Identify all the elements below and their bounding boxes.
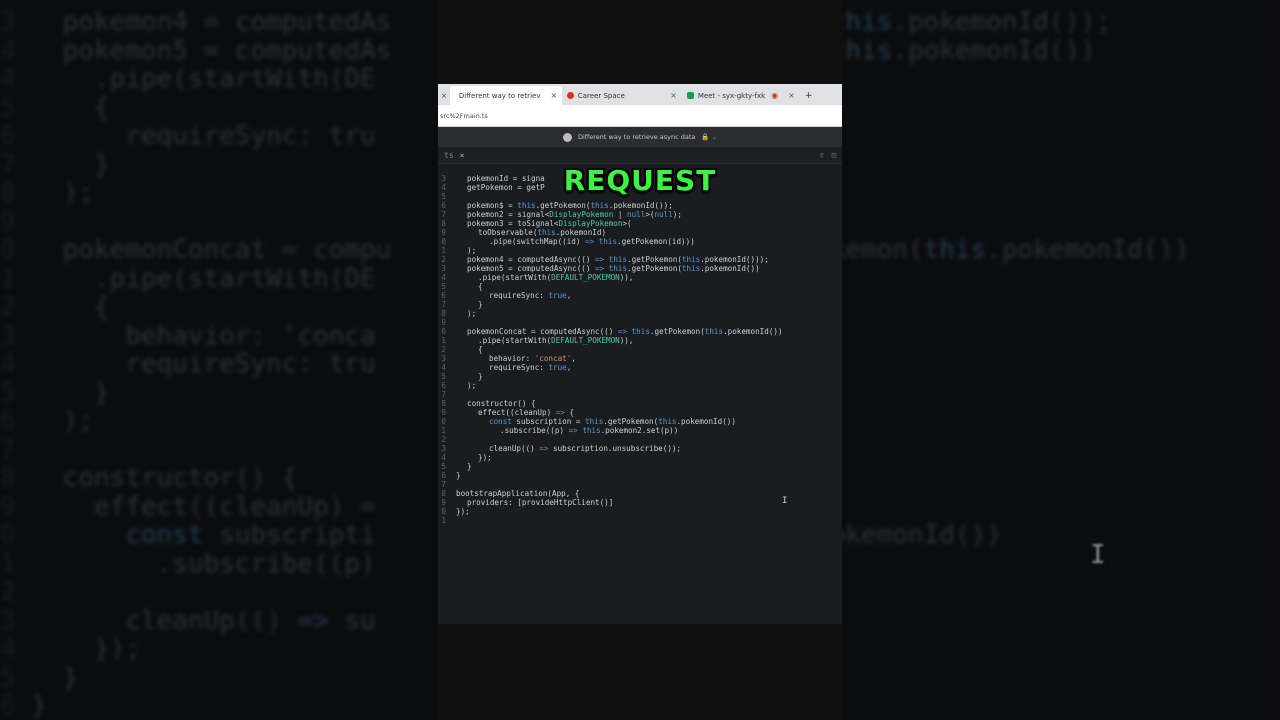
line-number: 2 <box>441 345 446 354</box>
line-number: 0 <box>441 507 446 516</box>
line-number: 4 <box>441 273 446 282</box>
page-title: Different way to retrieve async data <box>577 133 696 141</box>
file-icon: ts <box>444 150 454 160</box>
close-icon[interactable]: × <box>550 91 557 100</box>
text-cursor-icon: I <box>1090 540 1106 570</box>
code-text: pokemon$ = this.getPokemon(this.pokemonI… <box>467 201 673 210</box>
tab-different-way[interactable]: Different way to retriev × <box>449 86 562 105</box>
code-text: .pipe(switchMap((id) => this.getPokemon(… <box>489 237 695 246</box>
code-text: bootstrapApplication(App, { <box>456 489 580 498</box>
code-text: .pipe(startWith(DEFAULT_POKEMON)), <box>478 336 634 345</box>
close-tab-icon[interactable]: × <box>438 86 450 105</box>
code-text: { <box>478 345 483 354</box>
address-bar[interactable]: src%2Fmain.ts <box>438 105 842 127</box>
code-text: .pipe(startWith(DEFAULT_POKEMON)), <box>478 273 634 282</box>
editor-file-bar: ts × ▯ ◫ <box>438 147 842 164</box>
code-text: ); <box>467 309 477 318</box>
code-text: .subscribe((p) => this.pokemon2.set(p)) <box>500 426 679 435</box>
code-text: providers: [provideHttpClient()] <box>467 498 614 507</box>
code-text: pokemonConcat = computedAsync(() => this… <box>467 327 783 336</box>
line-number: 6 <box>441 201 446 210</box>
github-icon <box>562 132 572 142</box>
code-text: ); <box>467 246 477 255</box>
code-text: requireSync: true, <box>489 363 572 372</box>
code-text: requireSync: true, <box>489 291 572 300</box>
code-editor[interactable]: I 3 pokemonId = signa 4 getPokemon = getP 5 6… <box>438 164 842 624</box>
tab-meet[interactable]: Meet - syx-gkty-fxk ◉ × <box>682 86 800 105</box>
code-text: { <box>478 282 483 291</box>
line-number: 0 <box>441 417 446 426</box>
video-panel: × Different way to retriev × Career Spac… <box>438 0 842 720</box>
line-number: 9 <box>441 498 446 507</box>
line-number: 6 <box>441 291 446 300</box>
code-text: behavior: 'concat', <box>489 354 576 363</box>
line-number: 1 <box>441 426 446 435</box>
code-text: } <box>478 372 483 381</box>
line-number: 5 <box>441 462 446 471</box>
meet-icon <box>686 92 694 99</box>
code-text: pokemon3 = toSignal<DisplayPokemon>( <box>467 219 632 228</box>
line-number: 7 <box>441 480 446 489</box>
line-number: 2 <box>441 255 446 264</box>
line-number: 8 <box>441 399 446 408</box>
close-file-icon[interactable]: × <box>460 151 465 160</box>
line-number: 1 <box>441 336 446 345</box>
code-text: ); <box>467 381 477 390</box>
line-number: 3 <box>441 264 446 273</box>
tab-bar: × Different way to retriev × Career Spac… <box>438 84 842 105</box>
code-text: } <box>478 300 483 309</box>
close-icon[interactable]: × <box>670 91 677 100</box>
code-text: constructor() { <box>467 399 536 408</box>
line-number: 7 <box>441 210 446 219</box>
line-number: 4 <box>441 363 446 372</box>
address-text: src%2Fmain.ts <box>440 111 488 120</box>
caption-text: REQUEST <box>563 164 717 197</box>
code-text: }); <box>478 453 492 462</box>
code-text: effect((cleanUp) => { <box>478 408 575 417</box>
preview-icon[interactable]: ▯ <box>820 151 824 159</box>
code-text: } <box>456 471 461 480</box>
split-editor-icon[interactable]: ◫ <box>832 151 836 159</box>
page-title-bar: Different way to retrieve async data 🔒 ⌄ <box>438 127 842 147</box>
line-number: 2 <box>441 435 446 444</box>
new-tab-button[interactable]: + <box>800 86 818 105</box>
line-number: 6 <box>441 471 446 480</box>
tab-label: Career Space <box>577 91 625 100</box>
line-number: 9 <box>441 318 446 327</box>
line-number: 8 <box>441 309 446 318</box>
line-number: 0 <box>441 237 446 246</box>
line-number: 4 <box>441 453 446 462</box>
recording-icon: ◉ <box>771 91 779 100</box>
line-number: 1 <box>441 246 446 255</box>
career-icon <box>566 92 574 99</box>
code-text: pokemon2 = signal<DisplayPokemon | null>… <box>467 210 682 219</box>
line-number: 9 <box>441 228 446 237</box>
code-text: } <box>467 462 472 471</box>
code-text: toObservable(this.pokemonId) <box>478 228 607 237</box>
code-text: const subscription = this.getPokemon(thi… <box>489 417 736 426</box>
code-text: cleanUp(() => subscription.unsubscribe()… <box>489 444 682 453</box>
line-number: 5 <box>441 282 446 291</box>
lock-indicator[interactable]: 🔒 ⌄ <box>701 133 717 141</box>
line-number: 7 <box>441 390 446 399</box>
line-number: 7 <box>441 300 446 309</box>
line-number: 9 <box>441 408 446 417</box>
tab-career-space[interactable]: Career Space × <box>562 86 682 105</box>
tab-label: Meet - syx-gkty-fxk <box>697 91 766 100</box>
line-number: 0 <box>441 327 446 336</box>
text-cursor-icon: I <box>782 496 788 506</box>
line-number: 8 <box>441 219 446 228</box>
line-number: 3 <box>441 354 446 363</box>
line-number: 1 <box>441 516 446 525</box>
tab-label: Different way to retriev <box>458 91 541 100</box>
line-number: 6 <box>441 381 446 390</box>
line-number: 5 <box>441 372 446 381</box>
line-number: 3 <box>441 444 446 453</box>
code-text: pokemon5 = computedAsync(() => this.getP… <box>467 264 760 273</box>
code-text: pokemon4 = computedAsync(() => this.getP… <box>467 255 769 264</box>
code-text: }); <box>456 507 470 516</box>
line-number: 8 <box>441 489 446 498</box>
close-icon[interactable]: × <box>788 91 795 100</box>
